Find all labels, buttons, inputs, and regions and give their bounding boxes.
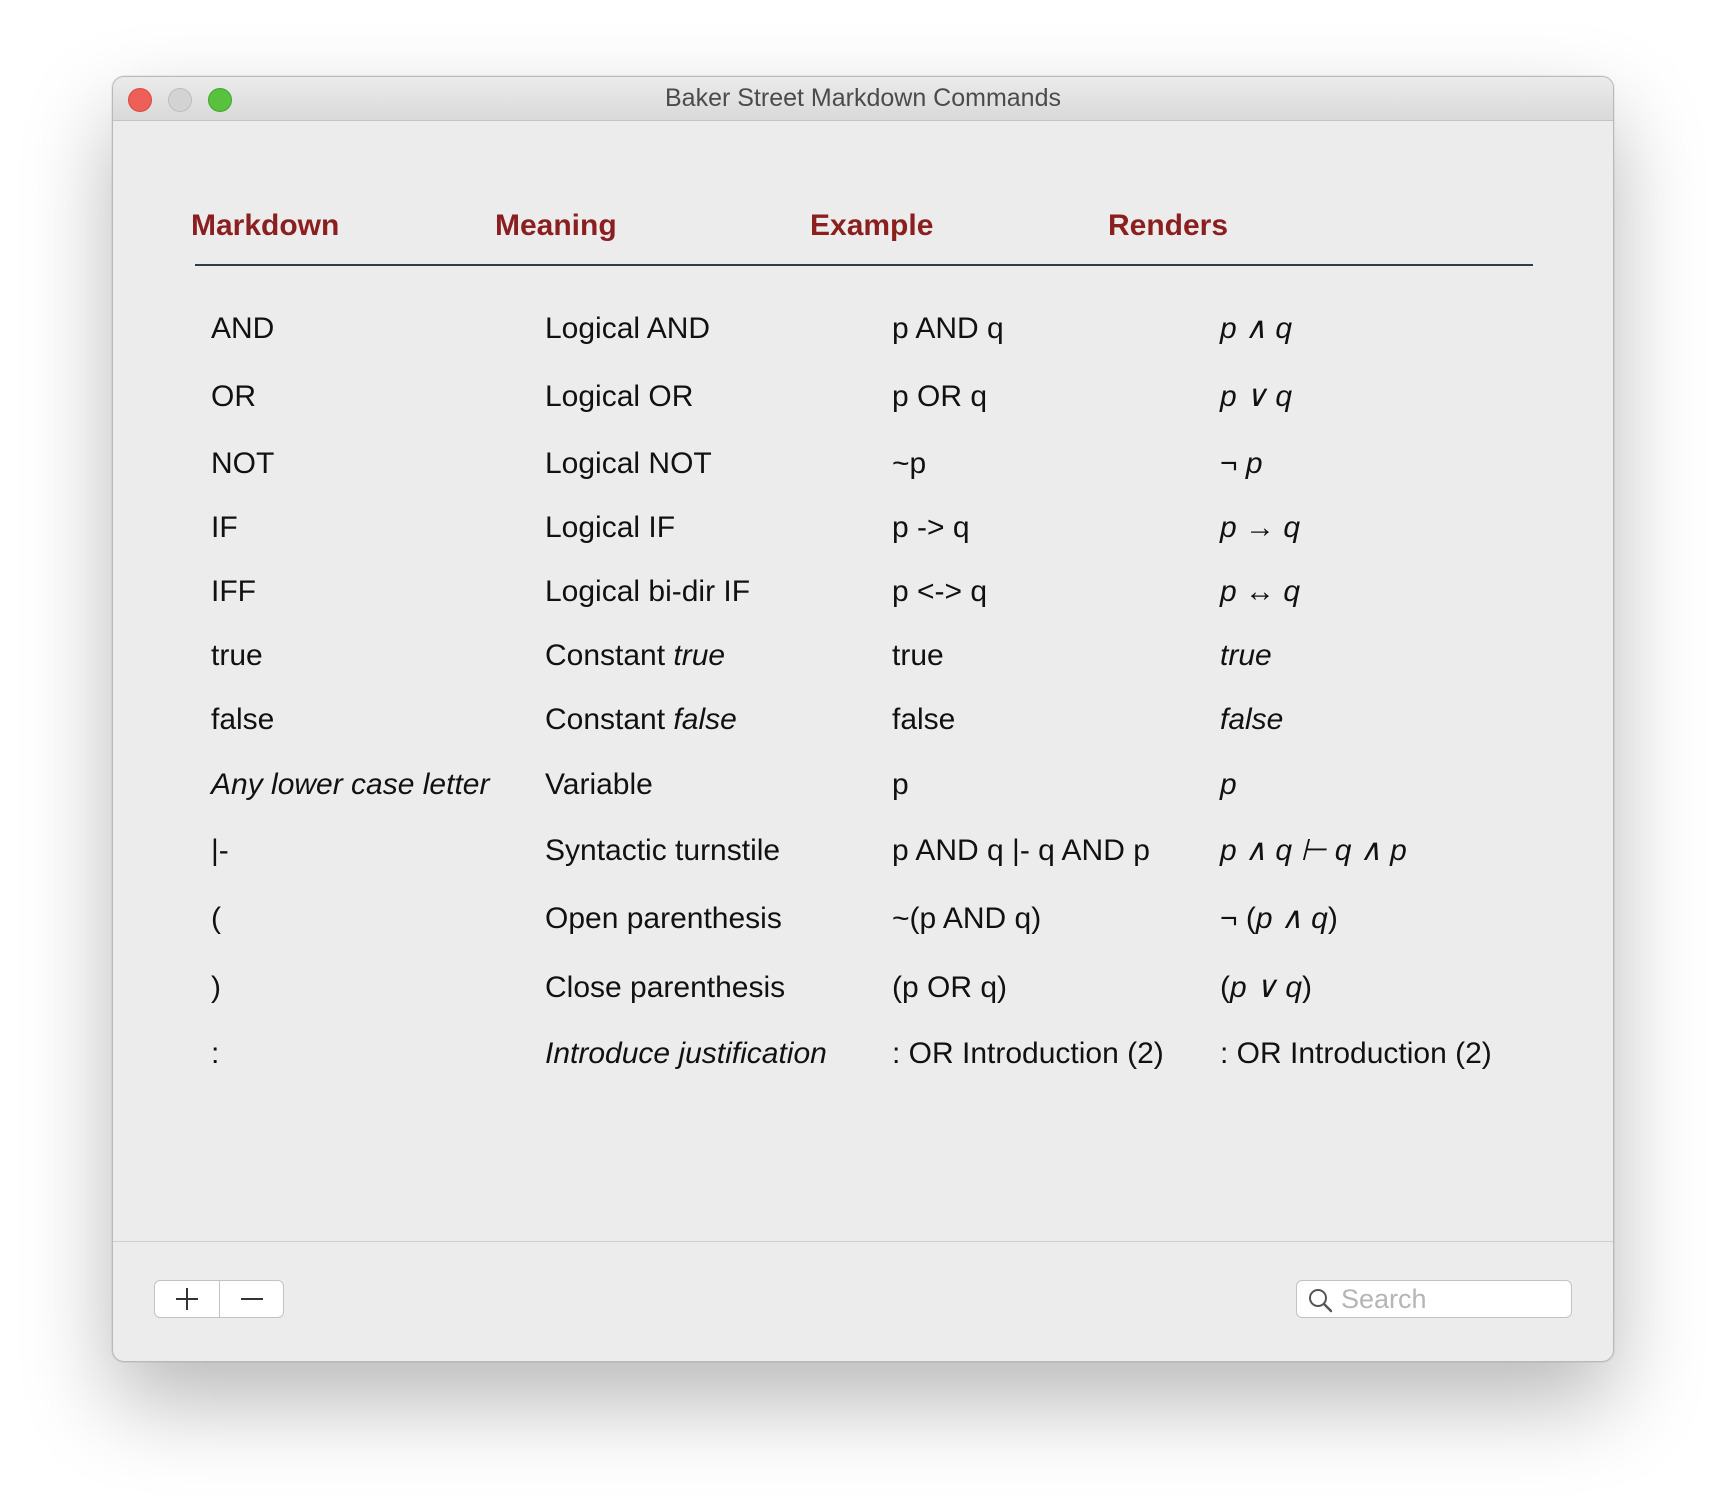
search-input[interactable] <box>1341 1283 1561 1315</box>
markdown-cell: ( <box>211 902 221 935</box>
meaning-emphasis: true <box>673 639 726 672</box>
meaning-cell: Constant false <box>545 698 737 742</box>
meaning-cell: Open parenthesis <box>545 902 782 935</box>
example-cell: false <box>892 703 956 736</box>
markdown-cell: : <box>211 1037 220 1070</box>
minus-icon <box>240 1298 263 1300</box>
meaning-cell: Logical IF <box>545 511 676 544</box>
renders-cell: p ∧ q ⊢ q ∧ p <box>1220 834 1407 867</box>
column-header-meaning[interactable]: Meaning <box>495 209 617 243</box>
table-row[interactable]: : Introduce justification : OR Introductio… <box>113 1032 1613 1076</box>
meaning-cell: Close parenthesis <box>545 971 786 1004</box>
renders-cell: p ∨ q <box>1220 380 1292 413</box>
table-row[interactable]: true Constant true true true <box>113 634 1613 678</box>
add-remove-control <box>154 1280 284 1318</box>
markdown-cell: IFF <box>211 575 256 608</box>
plus-icon <box>176 1288 198 1310</box>
title-bar: Baker Street Markdown Commands <box>113 77 1613 121</box>
table-row[interactable]: ( Open parenthesis ~(p AND q) ¬ (p ∧ q) <box>113 897 1613 941</box>
example-cell: (p OR q) <box>892 971 1008 1004</box>
table-row[interactable]: OR Logical OR p OR q p ∨ q <box>113 375 1613 419</box>
example-cell: p AND q <box>892 312 1004 345</box>
example-cell: p AND q |- q AND p <box>892 834 1150 867</box>
markdown-cell: NOT <box>211 447 275 480</box>
renders-cell: p <box>1220 768 1237 801</box>
meaning-emphasis: false <box>673 703 737 736</box>
table-row[interactable]: IF Logical IF p -> q p → q <box>113 506 1613 550</box>
example-cell: p <box>892 768 909 801</box>
remove-button[interactable] <box>219 1281 283 1317</box>
renders-text: ¬ ( <box>1220 902 1256 935</box>
renders-cell: (p ∨ q) <box>1220 966 1312 1010</box>
table-row[interactable]: IFF Logical bi-dir IF p <-> q p ↔ q <box>113 570 1613 614</box>
renders-cell: true <box>1220 639 1272 672</box>
table-row[interactable]: ) Close parenthesis (p OR q) (p ∨ q) <box>113 966 1613 1010</box>
markdown-cell: Any lower case letter <box>211 768 490 801</box>
table-row[interactable]: Any lower case letter Variable p p <box>113 763 1613 807</box>
magnifier-icon <box>1309 1289 1333 1313</box>
example-cell: ~(p AND q) <box>892 902 1042 935</box>
column-header-markdown[interactable]: Markdown <box>191 209 339 243</box>
markdown-cell: OR <box>211 380 256 413</box>
column-header-example[interactable]: Example <box>810 209 933 243</box>
markdown-cell: true <box>211 639 263 672</box>
markdown-cell: ) <box>211 971 221 1004</box>
markdown-cell: false <box>211 703 275 736</box>
meaning-text: Constant <box>545 639 674 672</box>
renders-cell: p ∧ q <box>1220 312 1292 345</box>
header-divider <box>195 264 1533 266</box>
table-row[interactable]: NOT Logical NOT ~p ¬ p <box>113 442 1613 486</box>
renders-text: ( <box>1220 971 1230 1004</box>
footer-divider <box>113 1241 1613 1242</box>
meaning-cell: Logical AND <box>545 312 711 345</box>
window-title: Baker Street Markdown Commands <box>665 84 1061 112</box>
meaning-cell: Logical bi-dir IF <box>545 575 751 608</box>
table-row[interactable]: AND Logical AND p AND q p ∧ q <box>113 307 1613 351</box>
markdown-cell: |- <box>211 834 229 867</box>
meaning-cell: Logical OR <box>545 380 694 413</box>
renders-cell: p → q <box>1220 511 1301 544</box>
renders-cell: ¬ (p ∧ q) <box>1220 897 1338 941</box>
table-row[interactable]: |- Syntactic turnstile p AND q |- q AND p p… <box>113 829 1613 873</box>
example-cell: ~p <box>892 447 927 480</box>
meaning-cell: Constant true <box>545 634 725 678</box>
renders-emphasis: p ∨ q <box>1230 971 1302 1004</box>
column-header-renders[interactable]: Renders <box>1108 209 1228 243</box>
meaning-cell: Syntactic turnstile <box>545 834 781 867</box>
example-cell: p <-> q <box>892 575 988 608</box>
example-cell: : OR Introduction (2) <box>892 1037 1164 1070</box>
renders-cell: p ↔ q <box>1220 575 1301 608</box>
app-window: Baker Street Markdown Commands Markdown … <box>112 76 1614 1362</box>
add-button[interactable] <box>155 1281 219 1317</box>
renders-text: ) <box>1327 902 1338 935</box>
meaning-cell: Variable <box>545 768 653 801</box>
renders-cell: ¬ p <box>1220 447 1263 480</box>
search-field[interactable] <box>1296 1280 1572 1318</box>
markdown-cell: AND <box>211 312 275 345</box>
example-cell: true <box>892 639 944 672</box>
renders-cell: : OR Introduction (2) <box>1220 1037 1492 1070</box>
renders-cell: false <box>1220 703 1284 736</box>
meaning-cell: Logical NOT <box>545 447 712 480</box>
meaning-text: Constant <box>545 703 674 736</box>
example-cell: p OR q <box>892 380 988 413</box>
example-cell: p -> q <box>892 511 970 544</box>
meaning-cell: Introduce justification <box>545 1037 827 1070</box>
renders-text: ) <box>1302 971 1312 1004</box>
table-row[interactable]: false Constant false false false <box>113 698 1613 742</box>
renders-emphasis: p ∧ q <box>1255 902 1328 935</box>
markdown-cell: IF <box>211 511 238 544</box>
